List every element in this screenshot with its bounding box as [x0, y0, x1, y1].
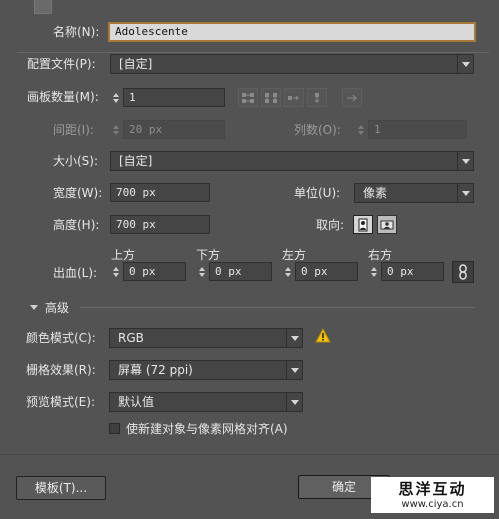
- artboards-stepper[interactable]: [111, 88, 121, 107]
- color-mode-value: RGB: [118, 331, 144, 345]
- columns-stepper[interactable]: [356, 120, 366, 139]
- artboards-label: 画板数量(M):: [27, 90, 99, 104]
- settings-group-frame: [17, 52, 489, 53]
- color-mode-label: 颜色模式(C):: [26, 331, 96, 345]
- width-input[interactable]: 700 px: [110, 183, 210, 202]
- bleed-left-input[interactable]: 0 px: [295, 262, 358, 281]
- height-label: 高度(H):: [53, 218, 100, 232]
- chevron-down-icon: [286, 329, 302, 347]
- landscape-orientation-button[interactable]: [377, 215, 397, 234]
- advanced-separator: [80, 307, 474, 308]
- bleed-top-label: 上方: [111, 248, 136, 262]
- grid-by-column-icon[interactable]: [261, 88, 281, 107]
- arrange-by-column-icon[interactable]: [307, 88, 327, 107]
- raster-effects-select[interactable]: 屏幕 (72 ppi): [109, 360, 303, 380]
- columns-input[interactable]: 1: [368, 120, 467, 139]
- landscape-icon: [380, 220, 394, 229]
- triangle-down-icon: [30, 304, 38, 310]
- spacing-input[interactable]: 20 px: [123, 120, 225, 139]
- preview-mode-select[interactable]: 默认值: [109, 392, 303, 412]
- units-label: 单位(U):: [294, 186, 341, 200]
- chevron-down-icon: [286, 393, 302, 411]
- name-input[interactable]: Adolescente: [108, 22, 476, 42]
- arrange-by-row-icon[interactable]: [284, 88, 304, 107]
- bleed-bottom-stepper[interactable]: [197, 262, 207, 281]
- raster-effects-label: 栅格效果(R):: [26, 363, 96, 377]
- warning-icon: [315, 327, 331, 343]
- bleed-bottom-input[interactable]: 0 px: [209, 262, 272, 281]
- bleed-top-input[interactable]: 0 px: [123, 262, 186, 281]
- artboards-input[interactable]: 1: [123, 88, 225, 107]
- chevron-down-icon: [457, 152, 473, 170]
- watermark-url: www.ciya.cn: [401, 499, 464, 510]
- footer-separator: [0, 454, 499, 455]
- templates-button[interactable]: 模板(T)...: [16, 476, 106, 500]
- size-value: [自定]: [119, 154, 153, 168]
- portrait-icon: [358, 218, 368, 231]
- layout-right-to-left-icon[interactable]: [342, 88, 362, 107]
- grid-by-row-icon[interactable]: [238, 88, 258, 107]
- bleed-right-label: 右方: [368, 248, 393, 262]
- bleed-top-stepper[interactable]: [111, 262, 121, 281]
- watermark-text: 思洋互动: [398, 480, 467, 498]
- bleed-left-label: 左方: [282, 248, 307, 262]
- units-select[interactable]: 像素: [354, 183, 474, 203]
- raster-effects-value: 屏幕 (72 ppi): [118, 363, 193, 377]
- bleed-right-stepper[interactable]: [369, 262, 379, 281]
- columns-label: 列数(O):: [294, 123, 341, 137]
- portrait-orientation-button[interactable]: [353, 215, 373, 234]
- chevron-down-icon: [286, 361, 302, 379]
- units-value: 像素: [363, 186, 388, 200]
- link-bleed-button[interactable]: [452, 261, 474, 283]
- advanced-toggle[interactable]: 高级: [30, 300, 70, 315]
- watermark-logo: 思洋互动 www.ciya.cn: [371, 477, 494, 513]
- bleed-right-input[interactable]: 0 px: [381, 262, 444, 281]
- preview-mode-value: 默认值: [118, 395, 155, 409]
- chevron-down-icon: [457, 184, 473, 202]
- profile-value: [自定]: [119, 57, 153, 71]
- advanced-label: 高级: [45, 300, 70, 315]
- name-label: 名称(N):: [53, 25, 100, 39]
- bleed-left-stepper[interactable]: [283, 262, 293, 281]
- height-input[interactable]: 700 px: [110, 215, 210, 234]
- align-pixel-grid-checkbox[interactable]: [109, 423, 120, 434]
- profile-select[interactable]: [自定]: [110, 54, 474, 74]
- chevron-down-icon: [457, 55, 473, 73]
- preview-mode-label: 预览模式(E):: [26, 395, 95, 409]
- spacing-stepper[interactable]: [111, 120, 121, 139]
- size-select[interactable]: [自定]: [110, 151, 474, 171]
- size-label: 大小(S):: [53, 154, 99, 168]
- profile-label: 配置文件(P):: [27, 57, 96, 71]
- orientation-label: 取向:: [316, 218, 345, 232]
- color-mode-select[interactable]: RGB: [109, 328, 303, 348]
- width-label: 宽度(W):: [53, 186, 103, 200]
- document-icon: [34, 0, 52, 14]
- bleed-label: 出血(L):: [53, 266, 98, 280]
- align-pixel-grid-label: 使新建对象与像素网格对齐(A): [126, 422, 288, 436]
- bleed-bottom-label: 下方: [196, 248, 221, 262]
- chain-link-icon: [459, 264, 467, 280]
- spacing-label: 间距(I):: [53, 123, 94, 137]
